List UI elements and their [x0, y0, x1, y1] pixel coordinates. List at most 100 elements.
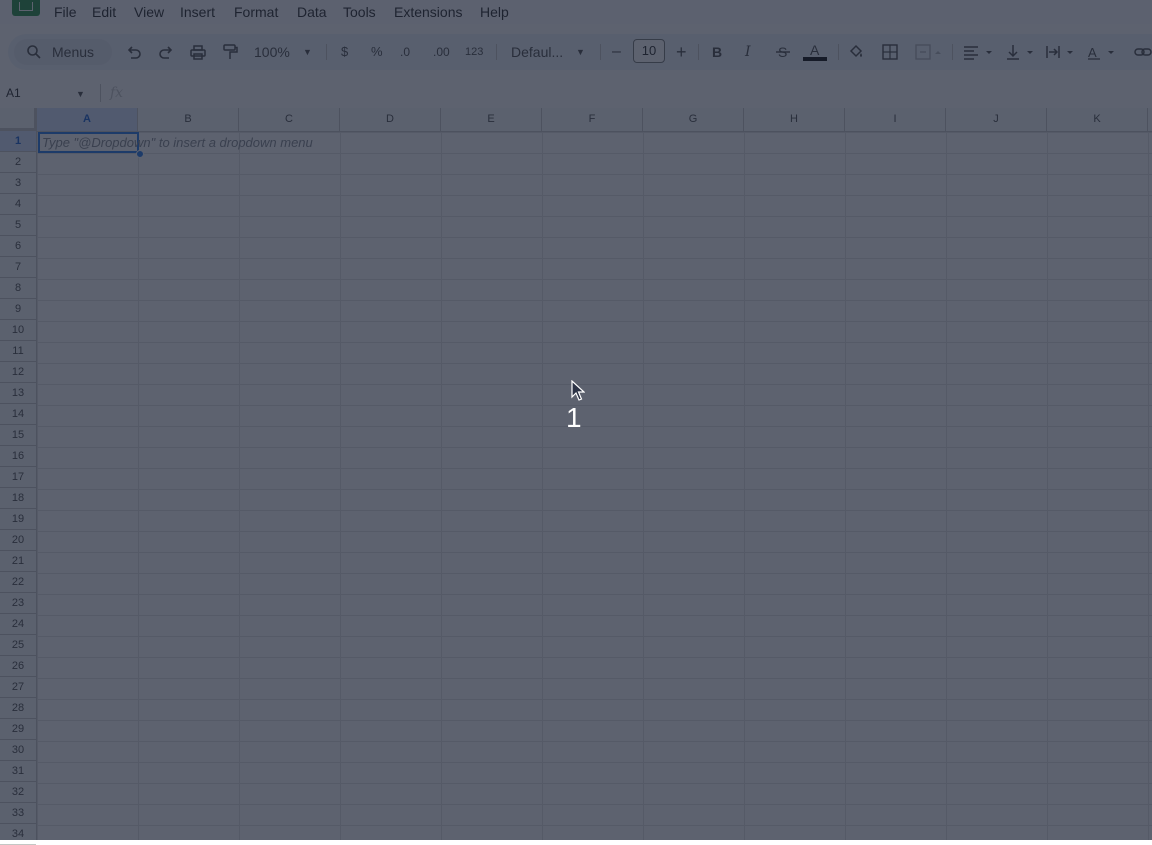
fx-icon: fx: [110, 85, 124, 101]
decrease-decimal-button[interactable]: .0: [400, 42, 410, 62]
menu-file[interactable]: File: [54, 4, 77, 20]
column-header[interactable]: H: [744, 108, 845, 131]
undo-icon[interactable]: [125, 42, 143, 62]
row-header[interactable]: 7: [0, 257, 36, 278]
name-box-chevron-down-icon[interactable]: ▼: [76, 84, 85, 104]
formula-bar-divider: [100, 84, 101, 102]
fill-handle[interactable]: [136, 150, 144, 158]
font-size-input[interactable]: 10: [633, 39, 665, 63]
row-header[interactable]: 27: [0, 677, 36, 698]
menu-edit[interactable]: Edit: [92, 4, 116, 20]
row-header[interactable]: 13: [0, 383, 36, 404]
row-header[interactable]: 24: [0, 614, 36, 635]
row-header[interactable]: 32: [0, 782, 36, 803]
column-header[interactable]: D: [340, 108, 441, 131]
row-header[interactable]: 20: [0, 530, 36, 551]
row-header[interactable]: 9: [0, 299, 36, 320]
column-header[interactable]: K: [1047, 108, 1148, 131]
menu-help[interactable]: Help: [480, 4, 509, 20]
currency-button[interactable]: $: [341, 42, 348, 62]
row-header[interactable]: 15: [0, 425, 36, 446]
increase-decimal-button[interactable]: .00: [433, 42, 450, 62]
menu-data[interactable]: Data: [297, 4, 327, 20]
menu-tools[interactable]: Tools: [343, 4, 376, 20]
row-header[interactable]: 2: [0, 152, 36, 173]
row-header[interactable]: 30: [0, 740, 36, 761]
column-header[interactable]: F: [542, 108, 643, 131]
svg-text:A: A: [1088, 45, 1097, 60]
column-header[interactable]: G: [643, 108, 744, 131]
redo-icon[interactable]: [157, 42, 175, 62]
row-header[interactable]: 29: [0, 719, 36, 740]
toolbar-divider: [496, 44, 497, 60]
row-header[interactable]: 19: [0, 509, 36, 530]
row-header[interactable]: 22: [0, 572, 36, 593]
horizontal-align-icon[interactable]: [962, 42, 994, 62]
menus-search-label[interactable]: Menus: [52, 42, 94, 62]
menu-view[interactable]: View: [134, 4, 164, 20]
sheets-logo-icon[interactable]: [12, 0, 40, 16]
cell-grid[interactable]: [0, 108, 1152, 840]
row-header[interactable]: 6: [0, 236, 36, 257]
row-header[interactable]: 5: [0, 215, 36, 236]
row-header[interactable]: 18: [0, 488, 36, 509]
menu-bar: File Edit View Insert Format Data Tools …: [0, 0, 1152, 24]
column-header[interactable]: J: [946, 108, 1047, 131]
menu-insert[interactable]: Insert: [180, 4, 215, 20]
borders-icon[interactable]: [881, 42, 899, 62]
print-icon[interactable]: [189, 42, 207, 62]
select-all-corner[interactable]: [0, 108, 37, 131]
fill-color-icon[interactable]: [847, 42, 865, 62]
column-header[interactable]: E: [441, 108, 542, 131]
number-format-button[interactable]: 123: [465, 42, 483, 62]
toolbar-divider: [698, 44, 699, 60]
column-header[interactable]: I: [845, 108, 946, 131]
toolbar-divider: [952, 44, 953, 60]
menu-extensions[interactable]: Extensions: [394, 4, 462, 20]
name-box[interactable]: A1: [6, 86, 21, 100]
row-header[interactable]: 21: [0, 551, 36, 572]
font-size-increase-button[interactable]: +: [676, 42, 687, 62]
zoom-chevron-down-icon[interactable]: ▼: [303, 42, 312, 62]
row-header[interactable]: 23: [0, 593, 36, 614]
percent-button[interactable]: %: [371, 42, 383, 62]
bold-button[interactable]: B: [712, 42, 722, 62]
zoom-select[interactable]: 100%: [254, 42, 290, 62]
row-header[interactable]: 1: [0, 131, 36, 152]
text-rotation-icon[interactable]: A: [1086, 42, 1118, 62]
row-header[interactable]: 31: [0, 761, 36, 782]
search-icon: [26, 42, 44, 62]
row-header[interactable]: 4: [0, 194, 36, 215]
font-chevron-down-icon[interactable]: ▼: [576, 42, 585, 62]
text-wrapping-icon[interactable]: [1045, 42, 1077, 62]
row-header[interactable]: 25: [0, 635, 36, 656]
strikethrough-icon[interactable]: S: [774, 42, 792, 62]
column-header[interactable]: B: [138, 108, 239, 131]
toolbar-divider: [838, 44, 839, 60]
merge-cells-icon[interactable]: [914, 42, 944, 62]
row-header[interactable]: 33: [0, 803, 36, 824]
font-size-decrease-button[interactable]: –: [612, 42, 621, 62]
column-header[interactable]: A: [37, 108, 138, 131]
vertical-align-icon[interactable]: [1005, 42, 1037, 62]
italic-button[interactable]: I: [745, 42, 751, 62]
row-header[interactable]: 26: [0, 656, 36, 677]
row-header[interactable]: 3: [0, 173, 36, 194]
row-header[interactable]: 28: [0, 698, 36, 719]
row-header[interactable]: 14: [0, 404, 36, 425]
formula-bar: [0, 80, 1152, 107]
row-header[interactable]: 10: [0, 320, 36, 341]
row-header[interactable]: 17: [0, 467, 36, 488]
font-select[interactable]: Defaul...: [511, 42, 563, 62]
row-header[interactable]: 16: [0, 446, 36, 467]
column-header[interactable]: C: [239, 108, 340, 131]
row-header[interactable]: 8: [0, 278, 36, 299]
row-header[interactable]: 11: [0, 341, 36, 362]
link-icon[interactable]: [1134, 42, 1152, 62]
menu-format[interactable]: Format: [234, 4, 278, 20]
text-color-swatch: [803, 57, 827, 61]
toolbar-divider: [326, 44, 327, 60]
row-header[interactable]: 12: [0, 362, 36, 383]
paint-format-icon[interactable]: [221, 42, 239, 62]
row-header[interactable]: 34: [0, 824, 36, 845]
